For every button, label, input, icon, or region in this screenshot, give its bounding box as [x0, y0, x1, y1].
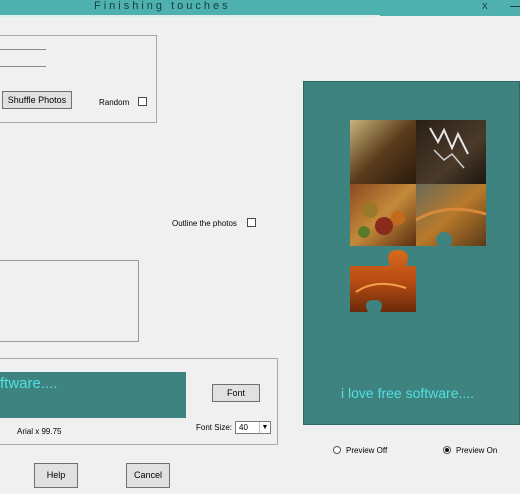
- font-info-label: Arial x 99.75: [17, 427, 62, 436]
- minimize-button[interactable]: [510, 6, 520, 7]
- font-preview-box: ftware....: [0, 372, 186, 418]
- radio-selected-dot: [445, 448, 449, 452]
- font-button[interactable]: Font: [212, 384, 260, 402]
- random-checkbox[interactable]: [138, 97, 147, 106]
- preview-off-radio[interactable]: [333, 446, 341, 454]
- help-button[interactable]: Help: [34, 463, 78, 488]
- outline-photos-checkbox[interactable]: [247, 218, 256, 227]
- font-size-select[interactable]: 40 ▼: [235, 421, 271, 434]
- shuffle-photos-button[interactable]: Shuffle Photos: [2, 91, 72, 109]
- font-preview-text: ftware....: [0, 375, 58, 392]
- cancel-button[interactable]: Cancel: [126, 463, 170, 488]
- puzzle-image: [350, 120, 487, 312]
- preview-off-label[interactable]: Preview Off: [346, 446, 387, 455]
- outline-photos-label: Outline the photos: [172, 219, 237, 228]
- title-divider: [0, 15, 380, 17]
- preview-panel: i love free software....: [303, 81, 520, 425]
- preview-text: i love free software....: [341, 385, 475, 401]
- title-bar: Finishing touches x: [0, 0, 520, 16]
- chevron-down-icon[interactable]: ▼: [259, 422, 270, 433]
- font-size-value: 40: [239, 423, 248, 432]
- random-label: Random: [99, 98, 130, 107]
- close-button[interactable]: x: [482, 0, 488, 12]
- divider-line: [0, 49, 46, 50]
- divider-line: [0, 66, 46, 67]
- window-title: Finishing touches: [94, 0, 231, 12]
- preview-on-label[interactable]: Preview On: [456, 446, 497, 455]
- text-box[interactable]: [0, 260, 139, 342]
- preview-on-radio[interactable]: [443, 446, 451, 454]
- font-size-label: Font Size:: [196, 423, 233, 432]
